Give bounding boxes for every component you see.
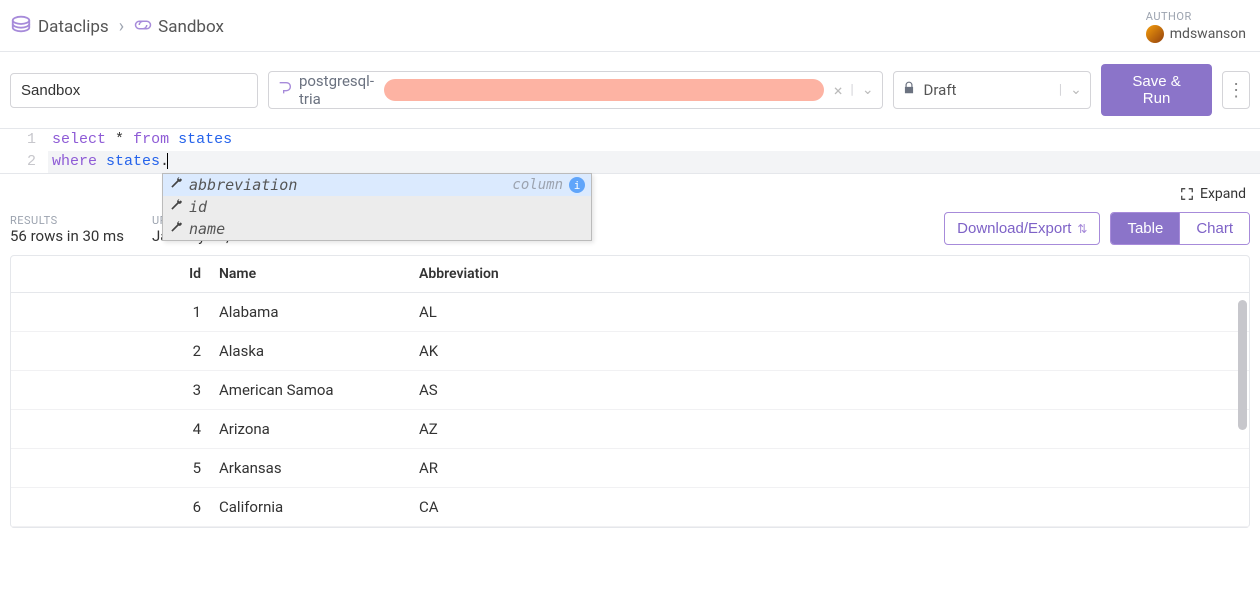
dataclip-title-input[interactable] <box>10 73 258 108</box>
autocomplete-label: id <box>189 198 585 216</box>
chevron-down-icon[interactable]: ⌄ <box>1070 82 1082 98</box>
cell: 5 <box>11 449 211 488</box>
cell: CA <box>411 488 1249 527</box>
cell: California <box>211 488 411 527</box>
autocomplete-item[interactable]: id <box>163 196 591 218</box>
autocomplete-meta: column <box>512 177 563 193</box>
chevron-right-icon: › <box>119 16 124 37</box>
wrench-icon <box>169 198 183 216</box>
cell: Arkansas <box>211 449 411 488</box>
column-header[interactable]: Name <box>211 256 411 293</box>
chevron-down-icon[interactable]: ⌄ <box>862 82 874 98</box>
header: Dataclips › Sandbox AUTHOR mdswanson <box>0 0 1260 52</box>
cell: AL <box>411 293 1249 332</box>
cell: 3 <box>11 371 211 410</box>
table-row[interactable]: 2AlaskaAK <box>11 332 1249 371</box>
info-icon[interactable]: i <box>569 177 585 193</box>
breadcrumb-page-label: Sandbox <box>158 17 224 37</box>
cell: Alaska <box>211 332 411 371</box>
cell: AK <box>411 332 1249 371</box>
table-row[interactable]: 5ArkansasAR <box>11 449 1249 488</box>
clip-icon <box>134 17 152 37</box>
author-label: AUTHOR <box>1146 10 1246 23</box>
view-toggle: Table Chart <box>1110 212 1250 245</box>
download-export-button[interactable]: Download/Export ⇅ <box>944 212 1100 245</box>
expand-button[interactable]: Expand <box>1180 186 1246 202</box>
toolbar: postgresql-tria × | ⌄ Draft | ⌄ Save & R… <box>0 52 1260 128</box>
clear-icon[interactable]: × <box>834 81 843 100</box>
database-select[interactable]: postgresql-tria × | ⌄ <box>268 71 883 109</box>
download-label: Download/Export <box>957 220 1071 237</box>
tab-chart[interactable]: Chart <box>1179 213 1249 244</box>
line-number: 2 <box>0 151 48 173</box>
cell: AR <box>411 449 1249 488</box>
visibility-select[interactable]: Draft | ⌄ <box>893 71 1091 109</box>
cell: AZ <box>411 410 1249 449</box>
author-block: AUTHOR mdswanson <box>1146 10 1250 43</box>
line-number: 1 <box>0 129 48 151</box>
breadcrumb-page[interactable]: Sandbox <box>134 17 224 37</box>
code-line[interactable]: where states. <box>48 151 1260 173</box>
results-label: RESULTS <box>10 214 124 227</box>
wrench-icon <box>169 176 183 194</box>
code-line[interactable]: select * from states <box>48 129 1260 151</box>
column-header[interactable]: Id <box>11 256 211 293</box>
database-name: postgresql-tria <box>299 72 378 108</box>
cursor <box>167 153 168 169</box>
cell: 6 <box>11 488 211 527</box>
expand-label: Expand <box>1200 186 1246 202</box>
author-name: mdswanson <box>1170 26 1246 42</box>
breadcrumb-root[interactable]: Dataclips <box>10 13 109 40</box>
breadcrumb-root-label: Dataclips <box>38 17 109 37</box>
cell: 4 <box>11 410 211 449</box>
table-row[interactable]: 6CaliforniaCA <box>11 488 1249 527</box>
table-row[interactable]: 3American SamoaAS <box>11 371 1249 410</box>
column-header[interactable]: Abbreviation <box>411 256 1249 293</box>
cell: American Samoa <box>211 371 411 410</box>
cell: AS <box>411 371 1249 410</box>
dataclips-icon <box>10 13 32 40</box>
postgres-icon <box>277 80 293 100</box>
autocomplete-item[interactable]: abbreviation columni <box>163 174 591 196</box>
results-table: IdNameAbbreviation 1AlabamaAL2AlaskaAK3A… <box>11 256 1249 527</box>
cell: Arizona <box>211 410 411 449</box>
autocomplete-label: name <box>189 220 585 238</box>
results-table-container: IdNameAbbreviation 1AlabamaAL2AlaskaAK3A… <box>10 255 1250 528</box>
save-and-run-button[interactable]: Save & Run <box>1101 64 1212 116</box>
cell: 2 <box>11 332 211 371</box>
autocomplete-label: abbreviation <box>189 176 506 194</box>
visibility-text: Draft <box>924 81 1051 99</box>
autocomplete-popup: abbreviation columni id name <box>162 173 592 241</box>
table-row[interactable]: 1AlabamaAL <box>11 293 1249 332</box>
scrollbar[interactable] <box>1238 300 1247 430</box>
more-menu-button[interactable]: ⋮ <box>1222 71 1250 109</box>
cell: Alabama <box>211 293 411 332</box>
wrench-icon <box>169 220 183 238</box>
avatar <box>1146 25 1164 43</box>
cell: 1 <box>11 293 211 332</box>
lock-icon <box>902 81 916 99</box>
sql-editor[interactable]: 1select * from states2where states. abbr… <box>0 128 1260 174</box>
results-value: 56 rows in 30 ms <box>10 227 124 245</box>
table-row[interactable]: 4ArizonaAZ <box>11 410 1249 449</box>
autocomplete-item[interactable]: name <box>163 218 591 240</box>
redacted-region <box>384 79 824 101</box>
sort-icon: ⇅ <box>1077 222 1087 236</box>
tab-table[interactable]: Table <box>1111 213 1179 244</box>
breadcrumb: Dataclips › Sandbox <box>10 13 224 40</box>
